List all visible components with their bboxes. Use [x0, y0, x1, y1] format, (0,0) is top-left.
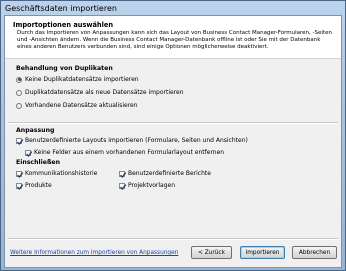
checkbox[interactable] [119, 170, 127, 178]
divider [8, 122, 338, 124]
checkbox-label: Kommunikationshistorie [25, 170, 98, 177]
radio-label: Vorhandene Datensätze aktualisieren [25, 102, 138, 109]
checkbox-custom-reports[interactable]: Benutzerdefinierte Berichte [119, 170, 211, 178]
checkbox-label: Keine Felder aus einem vorhandenen Formu… [34, 149, 225, 156]
checkbox[interactable] [16, 170, 24, 178]
checkbox-project-templates[interactable]: Projektvorlagen [119, 182, 176, 190]
import-button[interactable]: Importieren [240, 246, 285, 259]
checkbox-import-layouts[interactable]: Benutzerdefinierte Layouts importieren (… [16, 137, 248, 145]
back-button[interactable]: < Zurück [191, 246, 232, 259]
radio-label: Keine Duplikatdatensätze importieren [25, 76, 139, 83]
checkbox-communication-history[interactable]: Kommunikationshistorie [16, 170, 98, 178]
checkbox-label: Projektvorlagen [128, 182, 176, 189]
page-title: Importoptionen auswählen [13, 21, 114, 29]
checkbox-no-remove-fields[interactable]: Keine Felder aus einem vorhandenen Formu… [25, 149, 225, 157]
cancel-button[interactable]: Abbrechen [292, 246, 337, 259]
customization-section-title: Anpassung [16, 127, 55, 134]
checkbox-label: Benutzerdefinierte Layouts importieren (… [25, 137, 248, 144]
checkbox-products[interactable]: Produkte [16, 182, 52, 190]
checkbox[interactable] [25, 149, 33, 157]
checkbox-label: Produkte [25, 182, 52, 189]
checkmark-icon [17, 183, 24, 190]
checkmark-icon [120, 171, 127, 178]
radio-label: Duplikatdatensätze als neue Datensätze i… [25, 89, 184, 96]
checkmark-icon [17, 171, 24, 178]
help-link[interactable]: Weitere Informationen zum Importieren vo… [10, 250, 178, 256]
checkmark-icon [26, 150, 33, 157]
include-section-title: Einschließen [16, 159, 60, 166]
radio-button[interactable] [16, 102, 22, 109]
checkbox[interactable] [119, 182, 127, 190]
radio-button[interactable] [16, 76, 22, 83]
radio-update-existing[interactable]: Vorhandene Datensätze aktualisieren [16, 102, 138, 109]
checkbox[interactable] [16, 137, 24, 145]
divider [8, 238, 338, 240]
dialog-window: Geschäftsdaten importieren Importoptione… [0, 0, 346, 271]
radio-duplicates-as-new[interactable]: Duplikatdatensätze als neue Datensätze i… [16, 89, 184, 96]
header-panel: Importoptionen auswählen Durch das Impor… [5, 16, 341, 59]
dialog-client-area: Importoptionen auswählen Durch das Impor… [4, 15, 342, 268]
radio-no-duplicates[interactable]: Keine Duplikatdatensätze importieren [16, 76, 139, 83]
checkbox-label: Benutzerdefinierte Berichte [128, 170, 211, 177]
checkmark-icon [120, 183, 127, 190]
checkmark-icon [17, 138, 24, 145]
checkbox[interactable] [16, 182, 24, 190]
page-description: Durch das Importieren von Anpassungen ka… [17, 30, 332, 50]
duplicates-section-title: Behandlung von Duplikaten [16, 65, 113, 72]
window-title: Geschäftsdaten importieren [5, 4, 117, 13]
radio-button[interactable] [16, 89, 22, 96]
